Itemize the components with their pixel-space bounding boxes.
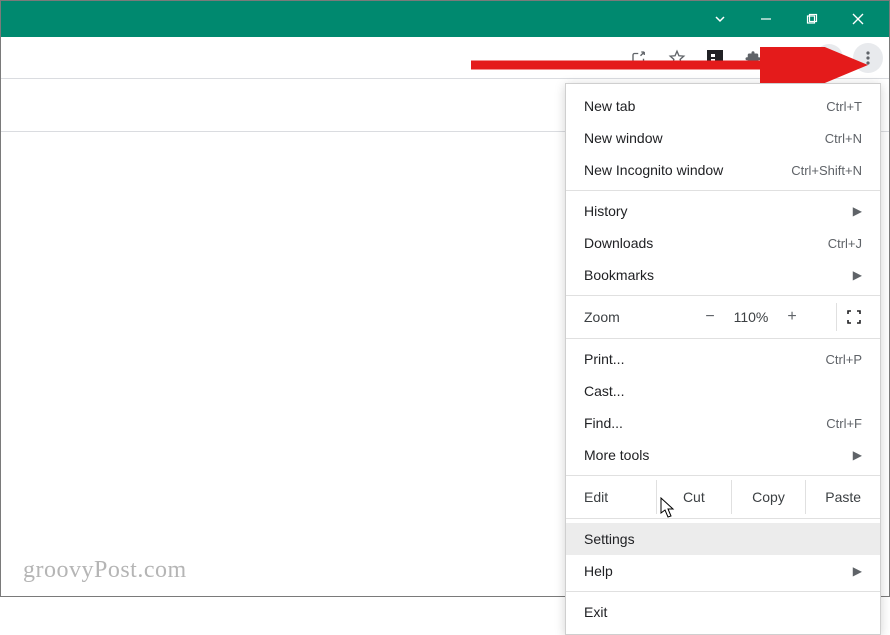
three-dot-menu-button[interactable] bbox=[853, 43, 883, 73]
menu-separator bbox=[566, 190, 880, 191]
bookmark-star-icon[interactable] bbox=[663, 44, 691, 72]
menu-label: Downloads bbox=[584, 235, 828, 251]
menu-label: Settings bbox=[584, 531, 862, 547]
menu-shortcut: Ctrl+T bbox=[826, 99, 862, 114]
menu-shortcut: Ctrl+P bbox=[826, 352, 862, 367]
menu-label: Bookmarks bbox=[584, 267, 845, 283]
window-titlebar bbox=[1, 1, 889, 37]
menu-item-help[interactable]: Help ▶ bbox=[566, 555, 880, 587]
menu-item-edit: Edit Cut Copy Paste bbox=[566, 480, 880, 514]
share-icon[interactable] bbox=[625, 44, 653, 72]
menu-label: Print... bbox=[584, 351, 826, 367]
menu-label: New tab bbox=[584, 98, 826, 114]
profile-avatar-icon[interactable] bbox=[815, 44, 843, 72]
menu-item-zoom: Zoom − 110% + bbox=[566, 300, 880, 334]
extension-parity-icon[interactable] bbox=[701, 44, 729, 72]
menu-label: History bbox=[584, 203, 845, 219]
menu-label: Cast... bbox=[584, 383, 862, 399]
fullscreen-button[interactable] bbox=[836, 303, 870, 331]
window-close-button[interactable] bbox=[835, 1, 881, 37]
menu-shortcut: Ctrl+J bbox=[828, 236, 862, 251]
extensions-puzzle-icon[interactable] bbox=[739, 44, 767, 72]
menu-label: New Incognito window bbox=[584, 162, 791, 178]
menu-shortcut: Ctrl+F bbox=[826, 416, 862, 431]
menu-item-find[interactable]: Find... Ctrl+F bbox=[566, 407, 880, 439]
menu-separator bbox=[566, 518, 880, 519]
menu-item-new-window[interactable]: New window Ctrl+N bbox=[566, 122, 880, 154]
window-minimize-button[interactable] bbox=[743, 1, 789, 37]
menu-item-exit[interactable]: Exit bbox=[566, 596, 880, 628]
submenu-caret-icon: ▶ bbox=[853, 448, 862, 462]
menu-label: New window bbox=[584, 130, 825, 146]
zoom-in-button[interactable]: + bbox=[775, 303, 809, 331]
menu-item-new-tab[interactable]: New tab Ctrl+T bbox=[566, 90, 880, 122]
menu-label: Exit bbox=[584, 604, 862, 620]
reading-list-icon[interactable] bbox=[777, 44, 805, 72]
browser-main-menu: New tab Ctrl+T New window Ctrl+N New Inc… bbox=[565, 83, 881, 635]
menu-separator bbox=[566, 338, 880, 339]
window-maximize-button[interactable] bbox=[789, 1, 835, 37]
menu-item-settings[interactable]: Settings bbox=[566, 523, 880, 555]
edit-label: Edit bbox=[566, 480, 656, 514]
edit-copy-button[interactable]: Copy bbox=[731, 480, 806, 514]
menu-item-history[interactable]: History ▶ bbox=[566, 195, 880, 227]
menu-label: Help bbox=[584, 563, 845, 579]
menu-item-downloads[interactable]: Downloads Ctrl+J bbox=[566, 227, 880, 259]
menu-label: Find... bbox=[584, 415, 826, 431]
zoom-out-button[interactable]: − bbox=[693, 303, 727, 331]
submenu-caret-icon: ▶ bbox=[853, 564, 862, 578]
edit-cut-button[interactable]: Cut bbox=[656, 480, 731, 514]
submenu-caret-icon: ▶ bbox=[853, 204, 862, 218]
submenu-caret-icon: ▶ bbox=[853, 268, 862, 282]
menu-label: More tools bbox=[584, 447, 845, 463]
menu-separator bbox=[566, 591, 880, 592]
menu-shortcut: Ctrl+Shift+N bbox=[791, 163, 862, 178]
zoom-value: 110% bbox=[727, 309, 775, 325]
zoom-label: Zoom bbox=[584, 309, 674, 325]
watermark-text: groovyPost.com bbox=[23, 557, 187, 584]
menu-item-new-incognito[interactable]: New Incognito window Ctrl+Shift+N bbox=[566, 154, 880, 186]
menu-separator bbox=[566, 475, 880, 476]
menu-item-print[interactable]: Print... Ctrl+P bbox=[566, 343, 880, 375]
tab-dropdown-icon[interactable] bbox=[697, 1, 743, 37]
menu-separator bbox=[566, 295, 880, 296]
menu-item-more-tools[interactable]: More tools ▶ bbox=[566, 439, 880, 471]
edit-paste-button[interactable]: Paste bbox=[805, 480, 880, 514]
menu-item-cast[interactable]: Cast... bbox=[566, 375, 880, 407]
browser-toolbar bbox=[1, 37, 889, 79]
menu-item-bookmarks[interactable]: Bookmarks ▶ bbox=[566, 259, 880, 291]
menu-shortcut: Ctrl+N bbox=[825, 131, 862, 146]
